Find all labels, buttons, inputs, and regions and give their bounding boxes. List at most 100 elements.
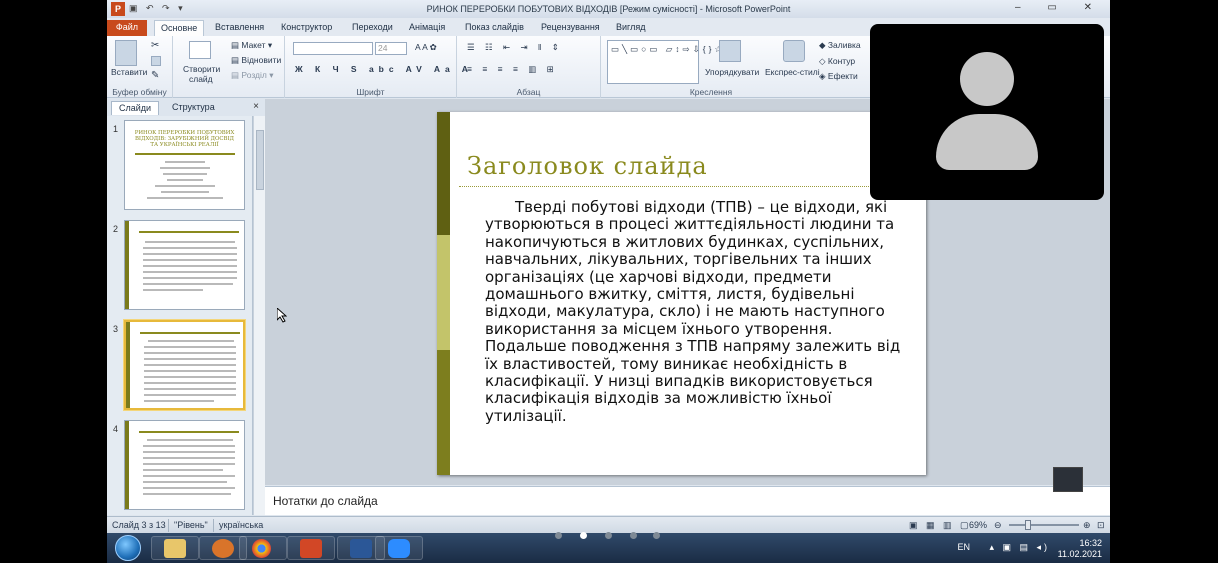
zoom-taskbar-button[interactable] [375,536,423,560]
text-line [143,247,237,249]
notes-pane[interactable]: Нотатки до слайда [265,486,1110,515]
chrome-taskbar-button[interactable] [239,536,287,560]
paste-icon[interactable] [115,40,137,66]
slide-thumbnail-2[interactable] [124,220,245,310]
quick-styles-button[interactable]: Експрес-стилі [765,67,820,77]
format-painter-icon[interactable]: ✎ [151,70,159,81]
paragraph-group-label: Абзац [516,87,541,97]
tab-view[interactable]: Вигляд [610,20,652,36]
cut-icon[interactable]: ✂ [151,40,159,51]
thumbnail-number: 3 [113,324,119,334]
tab-slides[interactable]: Слайди [111,101,160,115]
participant-video-tile[interactable] [870,24,1104,200]
shapes-icons: ▭╲▭○▭ ▱↕⇨⇩{}☆ [611,44,726,54]
zoom-slider-knob[interactable] [1025,520,1031,530]
powerpoint-taskbar-button[interactable] [287,536,335,560]
page-dot-active[interactable] [580,532,587,539]
start-button[interactable] [115,535,141,561]
tab-design[interactable]: Конструктор [275,20,338,36]
zoom-slider[interactable] [1009,524,1079,526]
outline-button[interactable]: ◇ Контур [819,56,855,67]
new-slide-label-1[interactable]: Створити [183,64,220,74]
text-line [143,493,231,495]
explorer-taskbar-button[interactable] [151,536,199,560]
new-slide-label-2[interactable]: слайд [189,74,213,84]
thumbnail-number: 4 [113,424,119,434]
tab-insert[interactable]: Вставлення [209,20,270,36]
paste-button[interactable]: Вставити [111,67,147,77]
zoom-icon [388,539,410,558]
close-icon[interactable]: × [253,101,259,112]
tab-home[interactable]: Основне [154,20,205,36]
arrange-icon[interactable] [719,40,741,62]
band-light-segment [437,235,450,350]
tab-review[interactable]: Рецензування [535,20,606,36]
tab-outline[interactable]: Структура [165,101,222,115]
zoom-in-icon[interactable]: ⊕ [1083,520,1091,531]
tab-slideshow[interactable]: Показ слайдів [459,20,530,36]
clock[interactable]: 16:32 11.02.2021 [1058,538,1102,560]
slide-thumbnail-3[interactable] [124,320,245,410]
fill-button[interactable]: ◆ Заливка [819,40,861,51]
slide-body-text[interactable]: Тверді побутові відходи (ТПВ) – це відхо… [485,198,905,425]
layout-button[interactable]: ▤ Макет ▾ [231,40,272,51]
zoom-out-icon[interactable]: ⊖ [994,520,1002,531]
layout-label: Макет [241,40,266,50]
text-line [144,388,236,390]
arrange-button[interactable]: Упорядкувати [705,67,759,77]
title-bar: P ▣ ↶ ↷ ▾ РИНОК ПЕРЕРОБКИ ПОБУТОВИХ ВІДХ… [107,0,1110,18]
page-dot[interactable] [555,532,562,539]
tray-icons[interactable]: ▴ ▣ ▤ ◂) [989,542,1050,553]
band-dark-segment [437,112,450,235]
window-controls[interactable]: – ▭ ✕ [1015,2,1104,13]
thumbnail-list: 1 РИНОК ПЕРЕРОБКИ ПОБУТОВИХ ВІДХОДІВ: ЗА… [107,116,253,515]
page-dot[interactable] [630,532,637,539]
text-line [144,358,236,360]
effects-button[interactable]: ◈ Ефекти [819,71,858,82]
theme-name: "Рівень" [174,520,208,530]
slides-group: Створити слайд ▤ Макет ▾ ▤ Відновити ▤ Р… [173,36,285,98]
align-buttons[interactable]: ≡ ≡ ≡ ≡ ▥ ⊞ [467,64,558,75]
text-line [144,370,236,372]
fit-slide-icon[interactable]: ⊡ [1097,520,1105,531]
view-buttons[interactable]: ▣ ▦ ▥ ▢ [909,520,972,531]
font-grow-shrink[interactable]: A A ✿ [415,42,437,53]
thumbnail-band [126,322,130,408]
text-line [160,167,210,169]
font-group: 24 A A ✿ Ж К Ч S abc AV Aa A Шрифт [285,36,468,98]
stop-share-button[interactable] [1053,467,1083,492]
current-slide[interactable]: Заголовок слайда Тверді побутові відходи… [437,112,926,475]
slide-thumbnail-1[interactable]: РИНОК ПЕРЕРОБКИ ПОБУТОВИХ ВІДХОДІВ: ЗАРУ… [124,120,245,210]
slide-thumbnail-4[interactable] [124,420,245,510]
zoom-level[interactable]: 69% [969,520,987,530]
text-line [147,197,223,199]
slide-accent-band [437,112,450,475]
thumbnail-band [125,421,129,509]
text-line [163,173,207,175]
tab-animation[interactable]: Анімація [403,20,451,36]
quick-styles-icon[interactable] [783,40,805,62]
text-line [148,340,234,342]
scrollbar-thumb[interactable] [256,130,264,190]
page-dot[interactable] [605,532,612,539]
new-slide-icon[interactable] [189,41,211,59]
thumbnail-scrollbar[interactable] [253,116,265,515]
page-dot[interactable] [653,532,660,539]
text-line [167,179,203,181]
copy-icon[interactable] [151,56,161,66]
language-indicator[interactable]: українська [219,520,263,530]
font-format-buttons[interactable]: Ж К Ч S abc AV Aa A [295,64,473,74]
tab-transitions[interactable]: Переходи [346,20,399,36]
section-button[interactable]: ▤ Розділ ▾ [231,70,274,81]
clipboard-group: Вставити ✂ ✎ Буфер обміну [107,36,173,98]
mouse-cursor-icon [277,308,287,323]
input-language[interactable]: EN [957,542,970,552]
list-buttons[interactable]: ☰ ☷ ⇤ ⇥ ‖ ⇕ [467,42,563,53]
tab-file[interactable]: Файл [107,20,147,36]
font-name-combo[interactable] [293,42,373,55]
slides-pane: Слайди Структура × 1 РИНОК ПЕРЕРОБКИ ПОБ… [107,99,265,515]
slide-title[interactable]: Заголовок слайда [467,152,708,180]
reset-label: Відновити [241,55,282,65]
reset-button[interactable]: ▤ Відновити [231,55,281,66]
text-line [143,457,235,459]
